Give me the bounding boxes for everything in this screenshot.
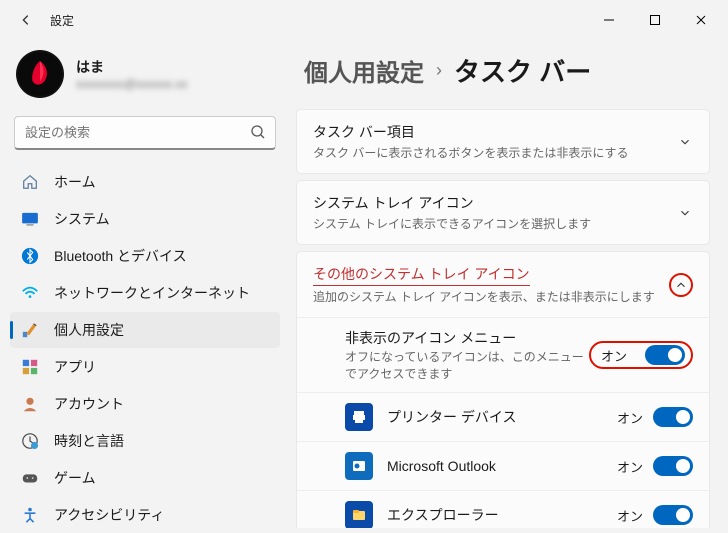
breadcrumb-parent[interactable]: 個人用設定 — [304, 53, 424, 88]
nav-network[interactable]: ネットワークとインターネット — [10, 275, 280, 311]
home-icon — [20, 172, 40, 192]
section-desc: システム トレイに表示できるアイコンを選択します — [313, 215, 677, 232]
toggle-hidden-menu[interactable] — [645, 345, 685, 365]
nav-label: Bluetooth とデバイス — [54, 246, 187, 266]
personalization-icon — [20, 320, 40, 340]
nav-time-language[interactable]: 時刻と言語 — [10, 423, 280, 459]
section-title: タスク バー項目 — [313, 122, 677, 142]
nav-bluetooth[interactable]: Bluetooth とデバイス — [10, 238, 280, 274]
gaming-icon — [20, 468, 40, 488]
nav-personalization[interactable]: 個人用設定 — [10, 312, 280, 348]
section-system-tray[interactable]: システム トレイ アイコン システム トレイに表示できるアイコンを選択します — [296, 180, 710, 245]
chevron-down-icon — [677, 205, 693, 221]
row-title: Microsoft Outlook — [387, 458, 617, 474]
row-title: エクスプローラー — [387, 505, 617, 525]
row-printer: プリンター デバイス オン — [297, 392, 709, 441]
chevron-up-icon — [669, 273, 693, 297]
window-title: 設定 — [50, 12, 74, 29]
section-desc: タスク バーに表示されるボタンを表示または非表示にする — [313, 144, 677, 161]
toggle-explorer[interactable] — [653, 505, 693, 525]
highlight-oval: オン — [589, 341, 693, 369]
toggle-state: オン — [617, 506, 643, 525]
back-button[interactable] — [14, 8, 38, 32]
nav-label: 個人用設定 — [54, 320, 124, 340]
nav-gaming[interactable]: ゲーム — [10, 460, 280, 496]
apps-icon — [20, 357, 40, 377]
breadcrumb-current: タスク バー — [454, 52, 591, 89]
outlook-icon — [345, 452, 373, 480]
chevron-down-icon — [677, 134, 693, 150]
user-name: はま — [76, 57, 188, 77]
section-title: その他のシステム トレイ アイコン — [313, 264, 530, 286]
avatar — [16, 50, 64, 98]
nav-home[interactable]: ホーム — [10, 164, 280, 200]
nav-apps[interactable]: アプリ — [10, 349, 280, 385]
search-box[interactable] — [14, 116, 276, 150]
nav-label: アクセシビリティ — [54, 505, 164, 525]
toggle-printer[interactable] — [653, 407, 693, 427]
maximize-button[interactable] — [632, 4, 678, 36]
nav-system[interactable]: システム — [10, 201, 280, 237]
row-title: プリンター デバイス — [387, 407, 617, 427]
system-icon — [20, 209, 40, 229]
printer-icon — [345, 403, 373, 431]
accessibility-icon — [20, 505, 40, 525]
search-input[interactable] — [14, 116, 276, 150]
bluetooth-icon — [20, 246, 40, 266]
section-desc: 追加のシステム トレイ アイコンを表示、または非表示にします — [313, 288, 669, 305]
nav-label: アプリ — [54, 357, 96, 377]
nav-label: 時刻と言語 — [54, 431, 124, 451]
clock-icon — [20, 431, 40, 451]
row-hidden-icon-menu: 非表示のアイコン メニュー オフになっているアイコンは、このメニューでアクセスで… — [297, 317, 709, 392]
toggle-state: オン — [617, 457, 643, 476]
row-explorer: エクスプローラー オン — [297, 490, 709, 528]
breadcrumb: 個人用設定 › タスク バー — [296, 52, 710, 89]
explorer-icon — [345, 501, 373, 528]
nav-label: ネットワークとインターネット — [54, 283, 250, 303]
nav-label: システム — [54, 209, 110, 229]
account-icon — [20, 394, 40, 414]
section-other-tray-icons[interactable]: その他のシステム トレイ アイコン 追加のシステム トレイ アイコンを表示、また… — [296, 251, 710, 528]
close-button[interactable] — [678, 4, 724, 36]
row-desc: オフになっているアイコンは、このメニューでアクセスできます — [345, 348, 589, 382]
search-icon — [250, 124, 266, 143]
user-email: xxxxxxxx@xxxxxx.xx — [76, 77, 188, 91]
wifi-icon — [20, 283, 40, 303]
user-profile[interactable]: はま xxxxxxxx@xxxxxx.xx — [10, 46, 280, 110]
toggle-state: オン — [617, 408, 643, 427]
toggle-state: オン — [601, 346, 627, 365]
breadcrumb-separator: › — [436, 60, 442, 81]
minimize-button[interactable] — [586, 4, 632, 36]
nav-accounts[interactable]: アカウント — [10, 386, 280, 422]
nav-label: ゲーム — [54, 468, 96, 488]
section-title: システム トレイ アイコン — [313, 193, 677, 213]
nav-label: アカウント — [54, 394, 124, 414]
nav-label: ホーム — [54, 172, 96, 192]
row-outlook: Microsoft Outlook オン — [297, 441, 709, 490]
section-taskbar-items[interactable]: タスク バー項目 タスク バーに表示されるボタンを表示または非表示にする — [296, 109, 710, 174]
row-title: 非表示のアイコン メニュー — [345, 328, 589, 348]
toggle-outlook[interactable] — [653, 456, 693, 476]
